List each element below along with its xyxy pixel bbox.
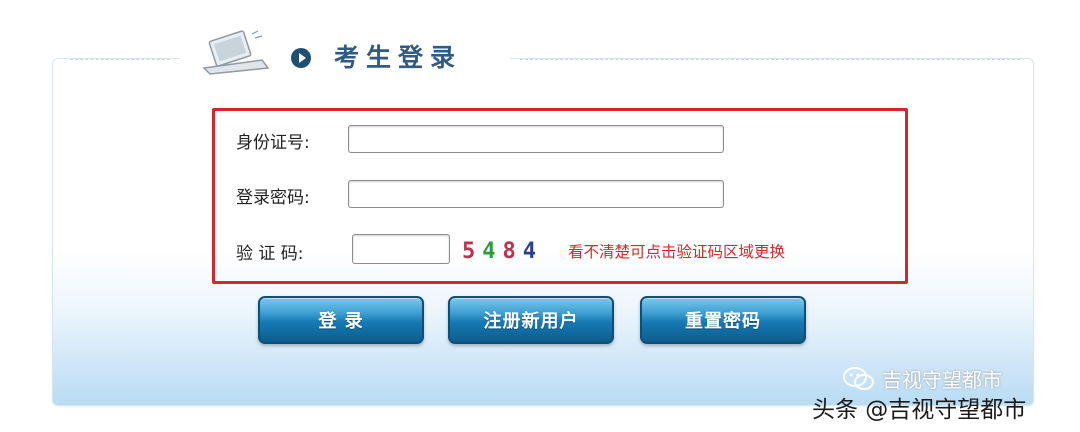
header-divider-left <box>70 59 170 60</box>
page-title: 考生登录 <box>334 43 463 72</box>
captcha-char: 4 <box>522 239 536 264</box>
password-label: 登录密码: <box>236 188 310 208</box>
arrow-right-circle-icon <box>291 48 311 68</box>
id-number-input[interactable] <box>348 125 724 153</box>
reset-password-button[interactable]: 重置密码 <box>640 296 806 344</box>
captcha-input[interactable] <box>352 234 450 264</box>
wechat-icon <box>843 366 874 390</box>
login-button[interactable]: 登 录 <box>258 296 424 344</box>
captcha-label: 验 证 码: <box>236 244 304 264</box>
laptop-icon <box>202 30 270 75</box>
register-button[interactable]: 注册新用户 <box>448 296 614 344</box>
login-page: 考生登录 身份证号: 登录密码: 验 证 码: 5 4 8 4 看不清楚可点击验… <box>0 0 1080 432</box>
wechat-watermark-text: 吉视守望都市 <box>882 368 1002 392</box>
captcha-char: 5 <box>462 239 476 264</box>
captcha-image[interactable]: 5 4 8 4 <box>462 234 536 264</box>
wechat-watermark: 吉视守望都市 <box>842 364 1002 393</box>
header-divider-right <box>520 59 1020 60</box>
captcha-char: 8 <box>502 239 516 264</box>
password-input[interactable] <box>348 180 724 208</box>
id-number-label: 身份证号: <box>236 133 310 153</box>
captcha-refresh-hint[interactable]: 看不清楚可点击验证码区域更换 <box>568 240 785 262</box>
captcha-char: 4 <box>482 239 496 264</box>
toutiao-watermark: 头条 @吉视守望都市 <box>812 397 1027 423</box>
